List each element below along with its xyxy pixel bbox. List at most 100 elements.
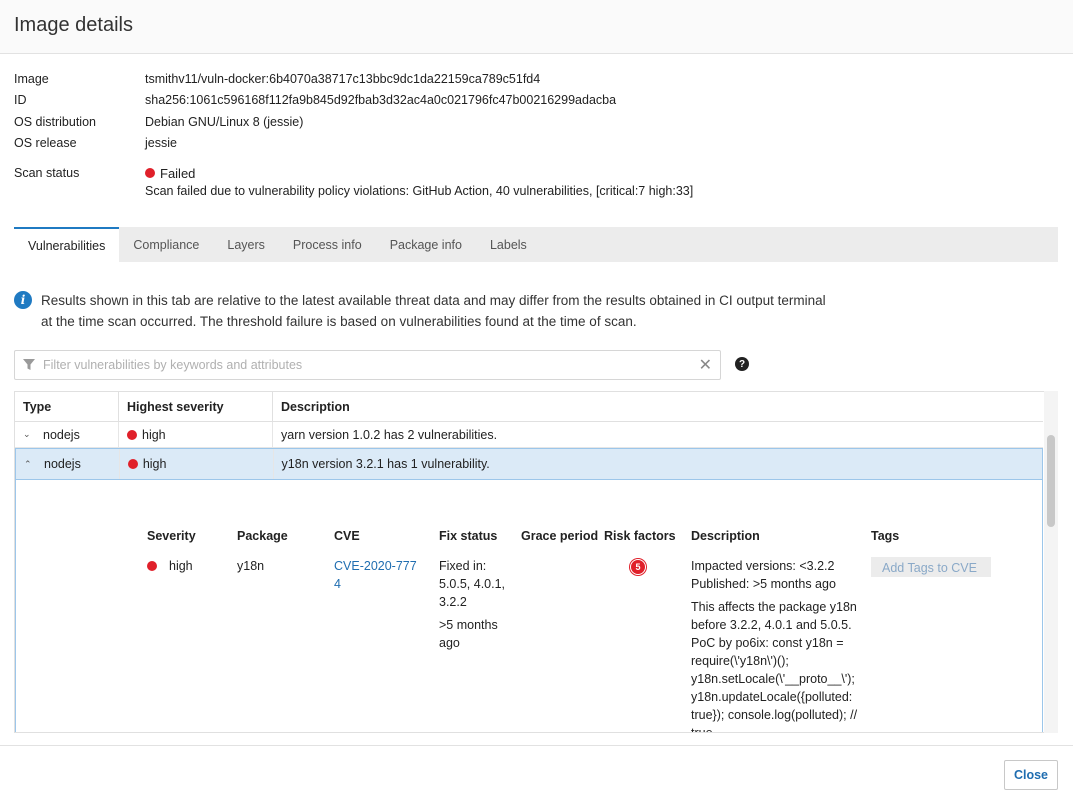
published-text: Published: >5 months ago bbox=[691, 577, 836, 591]
meta-label: ID bbox=[14, 93, 27, 108]
type-text: nodejs bbox=[43, 427, 80, 442]
info-notice: i Results shown in this tab are relative… bbox=[14, 290, 874, 332]
risk-factors-badge[interactable]: 5 bbox=[630, 559, 646, 575]
table-header: Type Highest severity Description bbox=[15, 392, 1043, 422]
tab-compliance[interactable]: Compliance bbox=[119, 227, 213, 262]
info-text-line: Results shown in this tab are relative t… bbox=[41, 293, 826, 308]
high-severity-dot-icon bbox=[127, 459, 138, 469]
risk-factors-cell: 5 bbox=[630, 559, 646, 575]
meta-row-os-distribution: OS distribution Debian GNU/Linux 8 (jess… bbox=[14, 111, 1054, 133]
detail-header-tags: Tags bbox=[871, 529, 900, 543]
detail-header-severity: Severity bbox=[147, 529, 196, 543]
detail-header-fix-status: Fix status bbox=[439, 529, 498, 543]
scrollbar-thumb[interactable] bbox=[1047, 435, 1055, 527]
cve-link[interactable]: CVE-2020-777 4 bbox=[334, 557, 417, 593]
fix-age-line: >5 months bbox=[439, 618, 498, 632]
filter-box: ✕ bbox=[14, 350, 721, 380]
filter-icon bbox=[23, 359, 35, 370]
tab-process-info[interactable]: Process info bbox=[279, 227, 376, 262]
meta-value: sha256:1061c596168f112fa9b845d92fbab3d32… bbox=[145, 93, 617, 108]
description-line: before 3.2.2, 4.0.1 and 5.0.5. bbox=[691, 618, 852, 632]
column-header-type[interactable]: Type bbox=[15, 392, 119, 421]
meta-value: tsmithv11/vuln-docker:6b4070a38717c13bbc… bbox=[145, 71, 541, 86]
scan-status-message: Scan failed due to vulnerability policy … bbox=[145, 184, 694, 198]
description-line: true}); console.log(polluted); // bbox=[691, 708, 858, 722]
scan-status-text: Failed bbox=[160, 165, 196, 181]
description-line: require(\'y18n\')(); bbox=[691, 654, 789, 668]
detail-package-text: y18n bbox=[237, 559, 265, 573]
add-tags-button[interactable]: Add Tags to CVE bbox=[871, 557, 991, 577]
column-header-severity[interactable]: Highest severity bbox=[119, 392, 273, 421]
detail-severity-text: high bbox=[169, 559, 193, 573]
page-title: Image details bbox=[14, 14, 133, 36]
image-metadata: Image tsmithv11/vuln-docker:6b4070a38717… bbox=[14, 68, 1054, 198]
failed-status-dot-icon bbox=[145, 168, 155, 178]
expanded-row-details: Severity Package CVE Fix status Grace pe… bbox=[15, 480, 1043, 733]
modal-footer: Close bbox=[0, 745, 1073, 802]
description-line: This affects the package y18n bbox=[691, 600, 857, 614]
filter-input[interactable] bbox=[43, 358, 699, 372]
meta-value: Debian GNU/Linux 8 (jessie) bbox=[145, 114, 304, 129]
description-line: PoC by po6ix: const y18n = bbox=[691, 636, 844, 650]
detail-fix-status-cell: Fixed in: 5.0.5, 4.0.1, 3.2.2 >5 months … bbox=[439, 557, 505, 652]
details-tabs: Vulnerabilities Compliance Layers Proces… bbox=[14, 227, 1058, 262]
detail-description-cell: Impacted versions: <3.2.2 Published: >5 … bbox=[691, 557, 866, 733]
meta-row-os-release: OS release jessie bbox=[14, 133, 1054, 155]
tab-labels[interactable]: Labels bbox=[476, 227, 541, 262]
status-badge: Failed bbox=[145, 164, 693, 182]
high-severity-dot-icon bbox=[147, 561, 157, 571]
detail-header-grace-period: Grace period bbox=[521, 529, 599, 543]
meta-value: jessie bbox=[145, 136, 177, 151]
modal-header: Image details bbox=[0, 0, 1073, 54]
severity-cell: high bbox=[119, 422, 273, 447]
column-header-description[interactable]: Description bbox=[273, 392, 1043, 421]
info-text-line: at the time scan occurred. The threshold… bbox=[41, 314, 637, 329]
table-scrollbar[interactable] bbox=[1044, 391, 1058, 733]
tab-package-info[interactable]: Package info bbox=[376, 227, 476, 262]
meta-row-id: ID sha256:1061c596168f112fa9b845d92fbab3… bbox=[14, 90, 1054, 112]
scan-status-row: Scan status Failed Scan failed due to vu… bbox=[14, 164, 1054, 199]
info-icon: i bbox=[14, 291, 32, 309]
info-text: Results shown in this tab are relative t… bbox=[41, 290, 826, 332]
description-cell: y18n version 3.2.1 has 1 vulnerability. bbox=[281, 457, 490, 471]
type-cell: ⌃ nodejs bbox=[16, 449, 120, 479]
type-text: nodejs bbox=[44, 457, 81, 471]
detail-header-cve: CVE bbox=[334, 529, 360, 543]
meta-label: Scan status bbox=[14, 166, 80, 180]
close-button[interactable]: Close bbox=[1004, 760, 1058, 790]
table-row-selected[interactable]: ⌃ nodejs high y18n version 3.2.1 has 1 v… bbox=[15, 448, 1043, 480]
tab-layers[interactable]: Layers bbox=[213, 227, 279, 262]
detail-header-package: Package bbox=[237, 529, 288, 543]
fix-status-line: 5.0.5, 4.0.1, bbox=[439, 577, 506, 591]
scan-status-details: Failed Scan failed due to vulnerability … bbox=[145, 164, 693, 198]
description-cell: yarn version 1.0.2 has 2 vulnerabilities… bbox=[281, 427, 498, 442]
fix-status-line: Fixed in: bbox=[439, 559, 487, 573]
impacted-versions-text: Impacted versions: <3.2.2 bbox=[691, 559, 835, 573]
description-line: y18n.setLocale(\'__proto__\'); bbox=[691, 672, 855, 686]
cve-link-line: 4 bbox=[334, 577, 341, 591]
vulnerabilities-table: Type Highest severity Description ⌄ node… bbox=[14, 391, 1058, 733]
chevron-down-icon[interactable]: ⌄ bbox=[23, 429, 37, 440]
table-row[interactable]: ⌄ nodejs high yarn version 1.0.2 has 2 v… bbox=[15, 422, 1043, 448]
severity-text: high bbox=[142, 457, 167, 471]
help-icon[interactable]: ? bbox=[735, 357, 749, 371]
cve-link-line: CVE-2020-777 bbox=[334, 559, 417, 573]
chevron-up-icon[interactable]: ⌃ bbox=[24, 459, 38, 470]
tab-vulnerabilities[interactable]: Vulnerabilities bbox=[14, 227, 120, 262]
type-cell: ⌄ nodejs bbox=[15, 422, 119, 447]
meta-row-image: Image tsmithv11/vuln-docker:6b4070a38717… bbox=[14, 68, 1054, 90]
severity-cell: high bbox=[120, 449, 274, 479]
vulnerability-description: This affects the package y18n before 3.2… bbox=[691, 598, 866, 733]
meta-label: OS release bbox=[14, 136, 77, 151]
clear-filter-icon[interactable]: ✕ bbox=[699, 355, 712, 375]
meta-label: OS distribution bbox=[14, 114, 96, 129]
fix-status-line: 3.2.2 bbox=[439, 595, 467, 609]
detail-header-risk-factors: Risk factors bbox=[604, 529, 676, 543]
description-line: y18n.updateLocale({polluted: bbox=[691, 690, 853, 704]
fix-age-line: ago bbox=[439, 636, 460, 650]
high-severity-dot-icon bbox=[127, 429, 137, 440]
description-line: true bbox=[691, 726, 713, 733]
severity-text: high bbox=[142, 427, 166, 442]
detail-header-description: Description bbox=[691, 529, 760, 543]
meta-label: Image bbox=[14, 71, 49, 86]
